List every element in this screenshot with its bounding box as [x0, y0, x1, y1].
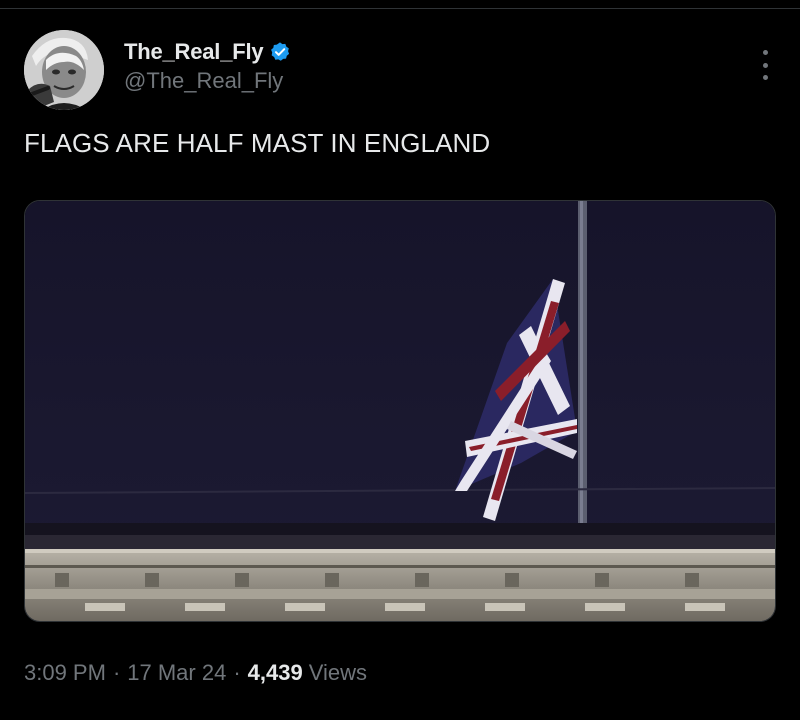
tweet: The_Real_Fly @The_Real_Fly FLAGS ARE HAL…	[0, 0, 800, 720]
separator-dot: ·	[112, 660, 121, 685]
tweet-time[interactable]: 3:09 PM	[24, 660, 106, 686]
tweet-text: FLAGS ARE HALF MAST IN ENGLAND	[24, 128, 491, 158]
tweet-date[interactable]: 17 Mar 24	[127, 660, 226, 686]
tweet-header: The_Real_Fly @The_Real_Fly	[24, 30, 776, 110]
more-dot	[762, 62, 768, 68]
verified-badge-icon[interactable]	[269, 41, 291, 63]
more-dot	[762, 50, 768, 55]
more-dot	[762, 75, 768, 80]
tweet-image[interactable]	[24, 200, 776, 622]
avatar[interactable]	[24, 30, 104, 110]
handle[interactable]: @The_Real_Fly	[124, 68, 291, 94]
display-name-row: The_Real_Fly	[124, 38, 291, 66]
views-label: Views	[308, 660, 368, 685]
views-count: 4,439	[247, 660, 303, 685]
author-names: The_Real_Fly @The_Real_Fly	[124, 38, 291, 94]
display-name[interactable]: The_Real_Fly	[124, 39, 264, 65]
tweet-metadata: 3:09 PM · 17 Mar 24 · 4,439 Views	[24, 660, 367, 686]
more-options-icon[interactable]	[760, 50, 770, 80]
separator-dot: ·	[233, 660, 241, 685]
